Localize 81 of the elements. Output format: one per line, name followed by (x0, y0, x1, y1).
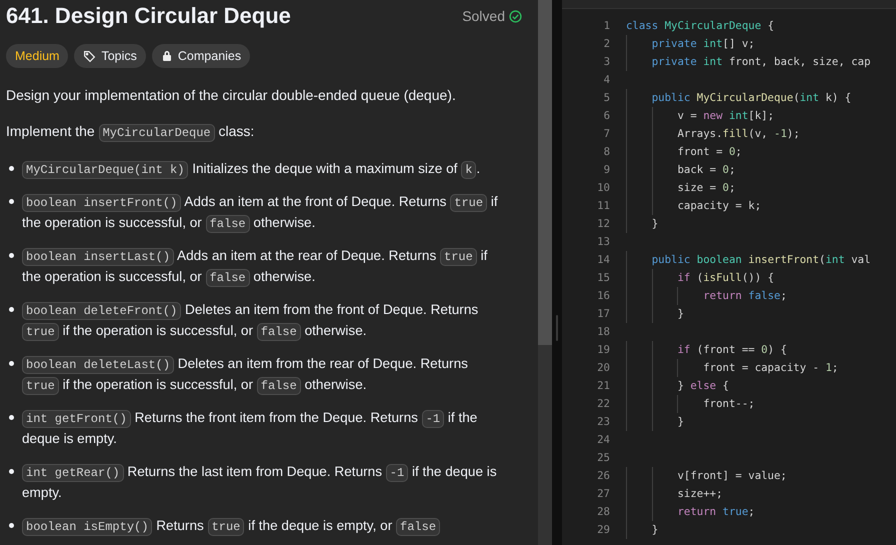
code-line: Arrays.fill(v, -1); (676, 127, 800, 140)
bullet-icon (9, 253, 14, 258)
code-editor[interactable] (562, 0, 896, 545)
code-line: v = new int[k]; (676, 109, 774, 122)
code-line: v[front] = value; (676, 469, 787, 482)
code-line: front--; (702, 397, 755, 410)
line-number: 26 (596, 468, 610, 484)
line-number: 28 (596, 504, 610, 520)
line-number: 15 (596, 270, 610, 286)
code-line: size = 0; (676, 181, 736, 194)
solved-status: Solved (462, 7, 505, 26)
code-line: capacity = k; (676, 199, 762, 212)
method-description: boolean deleteFront() Deletes an item from the front of Deque. Returns true if the operation is successful, or false otherwise. (22, 299, 506, 341)
code-line: public MyCircularDeque(int k) { (650, 91, 852, 104)
code-line: public boolean insertFront(int val (650, 253, 871, 266)
line-number: 19 (596, 342, 610, 358)
bullet-icon (9, 166, 14, 171)
code-line: if (isFull()) { (676, 271, 774, 284)
difficulty-badge[interactable]: Medium (6, 44, 68, 68)
line-number: 10 (596, 180, 610, 196)
method-description: int getFront() Returns the front item from the Deque. Returns -1 if the deque is empty. (22, 409, 478, 448)
line-number: 27 (596, 486, 610, 502)
line-number: 6 (602, 108, 610, 124)
check-circle-icon (509, 10, 522, 23)
line-number: 18 (596, 324, 610, 340)
code-line: return false; (702, 289, 787, 302)
code-line: } (650, 217, 658, 230)
method-description: boolean insertLast() Adds an item at the rear of Deque. Returns true if the operation is successful, or false otherwise. (22, 247, 488, 287)
line-number: 11 (596, 198, 610, 214)
line-number: 16 (596, 288, 610, 304)
line-number: 7 (602, 126, 610, 142)
method-description: boolean isEmpty() Returns true if the deque is empty, or false (22, 515, 440, 536)
method-description: boolean deleteLast() Deletes an item from the rear of Deque. Returns true if the operation is successful, or false otherwise. (22, 353, 506, 395)
bullet-icon (9, 199, 14, 204)
line-number: 24 (596, 432, 610, 448)
code-line: } (676, 307, 684, 320)
description-text: Design your implementation of the circular double-ended queue (deque). (6, 86, 457, 105)
line-number: 4 (602, 72, 610, 88)
code-line: class MyCircularDeque { (626, 19, 774, 32)
code-line: size++; (676, 487, 723, 500)
code-line: } (650, 523, 658, 536)
lock-icon (160, 50, 173, 62)
bullet-icon (9, 361, 14, 366)
tag-icon (83, 50, 96, 62)
line-number: 21 (596, 378, 610, 394)
code-line: back = 0; (676, 163, 736, 176)
line-number: 8 (602, 144, 610, 160)
code-line: private int[] v; (650, 37, 755, 50)
line-number: 2 (602, 36, 610, 52)
code-line: front = 0; (676, 145, 742, 158)
code-line: return true; (676, 505, 755, 518)
line-number: 5 (602, 90, 610, 106)
topics-tag[interactable]: Topics (74, 44, 146, 68)
line-number: 20 (596, 360, 610, 376)
line-number: 1 (602, 18, 610, 34)
line-number: 25 (596, 450, 610, 466)
code-line: } else { (676, 379, 729, 392)
method-description: boolean insertFront() Adds an item at the front of Deque. Returns true if the operation is successful, or false otherwise. (22, 193, 499, 233)
companies-tag[interactable]: Companies (152, 44, 250, 68)
code-line: front = capacity - 1; (702, 361, 838, 374)
line-number: 9 (602, 162, 610, 178)
problem-title: 641. Design Circular Deque (6, 2, 291, 30)
bullet-icon (9, 307, 14, 312)
bullet-icon (9, 523, 14, 528)
line-number: 29 (596, 522, 610, 538)
resize-handle[interactable] (556, 314, 558, 340)
line-number: 22 (596, 396, 610, 412)
bullet-icon (9, 469, 14, 474)
line-number: 14 (596, 252, 610, 268)
line-number: 3 (602, 54, 610, 70)
method-description: int getRear() Returns the last item from Deque. Returns -1 if the deque is empty. (22, 463, 498, 502)
bullet-icon (9, 415, 14, 420)
line-number: 17 (596, 306, 610, 322)
code-line: private int front, back, size, cap (650, 55, 871, 68)
line-number: 12 (596, 216, 610, 232)
code-line: if (front == 0) { (676, 343, 787, 356)
line-number: 23 (596, 414, 610, 430)
code-line: } (676, 415, 684, 428)
line-number: 13 (596, 234, 610, 250)
description-text: Implement the MyCircularDeque class: (6, 122, 256, 142)
method-description: MyCircularDeque(int k) Initializes the deque with a maximum size of k . (22, 158, 480, 179)
